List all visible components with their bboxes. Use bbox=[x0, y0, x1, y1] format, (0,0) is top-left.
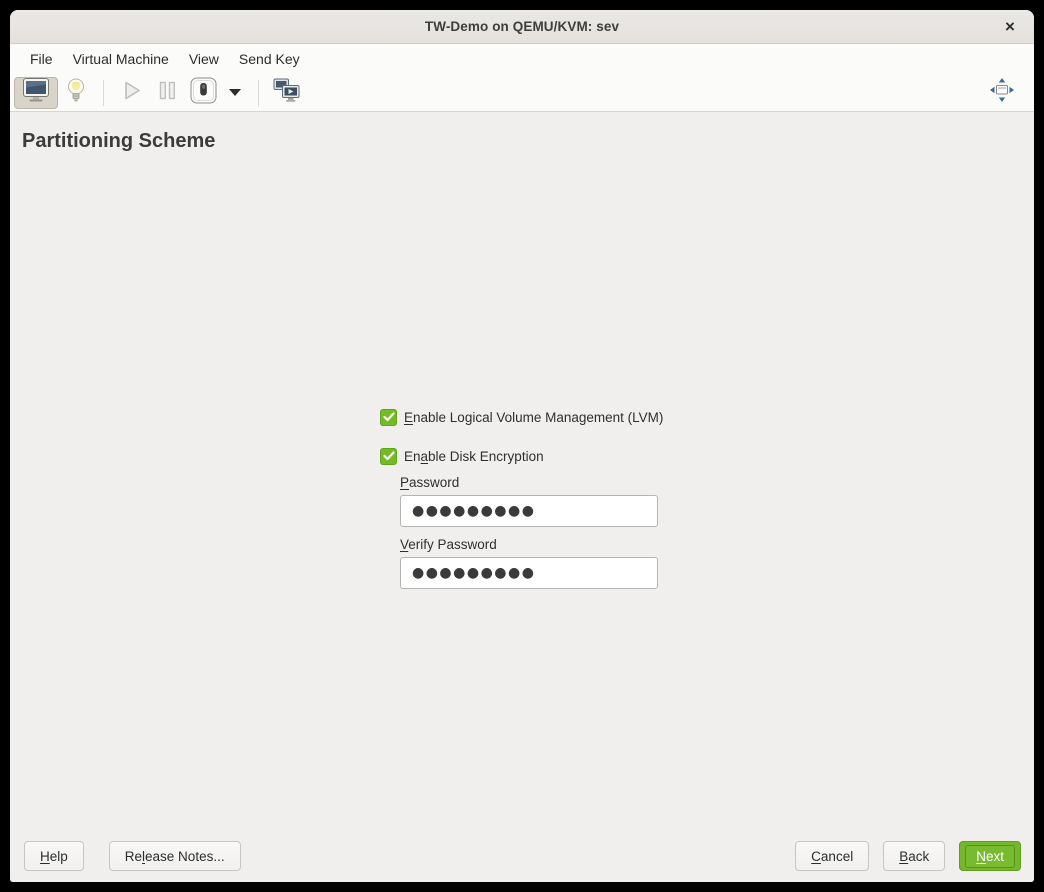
menu-virtual-machine[interactable]: Virtual Machine bbox=[63, 46, 179, 72]
menubar: File Virtual Machine View Send Key bbox=[10, 44, 1034, 74]
shutdown-icon bbox=[190, 77, 217, 109]
dialog-buttons-right: Cancel Back Next bbox=[795, 841, 1021, 871]
lightbulb-icon bbox=[66, 77, 86, 109]
menu-send-key[interactable]: Send Key bbox=[229, 46, 310, 72]
toolbar-separator bbox=[258, 80, 259, 106]
dialog-buttons-left: Help Release Notes... bbox=[24, 841, 241, 871]
next-button[interactable]: Next bbox=[959, 841, 1021, 871]
pause-icon bbox=[158, 80, 177, 106]
shutdown-menu-button[interactable] bbox=[221, 77, 249, 109]
window-title: TW-Demo on QEMU/KVM: sev bbox=[425, 19, 619, 34]
chevron-down-icon bbox=[229, 89, 241, 96]
toolbar-separator bbox=[103, 80, 104, 106]
vm-display[interactable]: Partitioning Scheme Enable Logical Volum… bbox=[10, 112, 1034, 882]
resize-to-vm-icon bbox=[988, 76, 1016, 109]
toolbar bbox=[10, 74, 1034, 112]
console-monitor-icon bbox=[23, 78, 49, 107]
lvm-checkbox[interactable] bbox=[380, 409, 397, 426]
show-console-button[interactable] bbox=[14, 77, 58, 109]
checkmark-icon bbox=[383, 448, 395, 466]
lvm-checkbox-label[interactable]: Enable Logical Volume Management (LVM) bbox=[404, 410, 663, 425]
menu-file[interactable]: File bbox=[20, 46, 63, 72]
virtual-displays-icon bbox=[273, 78, 300, 108]
help-button[interactable]: Help bbox=[24, 841, 84, 871]
shutdown-button[interactable] bbox=[185, 77, 221, 109]
virt-manager-window: TW-Demo on QEMU/KVM: sev × File Virtual … bbox=[10, 10, 1034, 882]
release-notes-button[interactable]: Release Notes... bbox=[109, 841, 241, 871]
password-field[interactable] bbox=[400, 495, 658, 527]
verify-password-label: Verify Password bbox=[400, 537, 497, 552]
page-title: Partitioning Scheme bbox=[22, 130, 215, 153]
password-label: Password bbox=[400, 475, 459, 490]
virtual-displays-button[interactable] bbox=[268, 77, 304, 109]
encryption-checkbox-row[interactable]: Enable Disk Encryption bbox=[380, 448, 544, 465]
close-icon[interactable]: × bbox=[996, 10, 1024, 44]
run-button[interactable] bbox=[113, 77, 149, 109]
pause-button[interactable] bbox=[149, 77, 185, 109]
verify-password-field[interactable] bbox=[400, 557, 658, 589]
menu-view[interactable]: View bbox=[179, 46, 229, 72]
lvm-checkbox-row[interactable]: Enable Logical Volume Management (LVM) bbox=[380, 409, 663, 426]
titlebar[interactable]: TW-Demo on QEMU/KVM: sev × bbox=[10, 10, 1034, 44]
encryption-checkbox-label[interactable]: Enable Disk Encryption bbox=[404, 449, 544, 464]
checkmark-icon bbox=[383, 409, 395, 427]
resize-to-vm-button[interactable] bbox=[984, 77, 1020, 109]
lightbulb-button[interactable] bbox=[58, 77, 94, 109]
cancel-button[interactable]: Cancel bbox=[795, 841, 869, 871]
back-button[interactable]: Back bbox=[883, 841, 945, 871]
encryption-checkbox[interactable] bbox=[380, 448, 397, 465]
play-icon bbox=[120, 79, 143, 107]
